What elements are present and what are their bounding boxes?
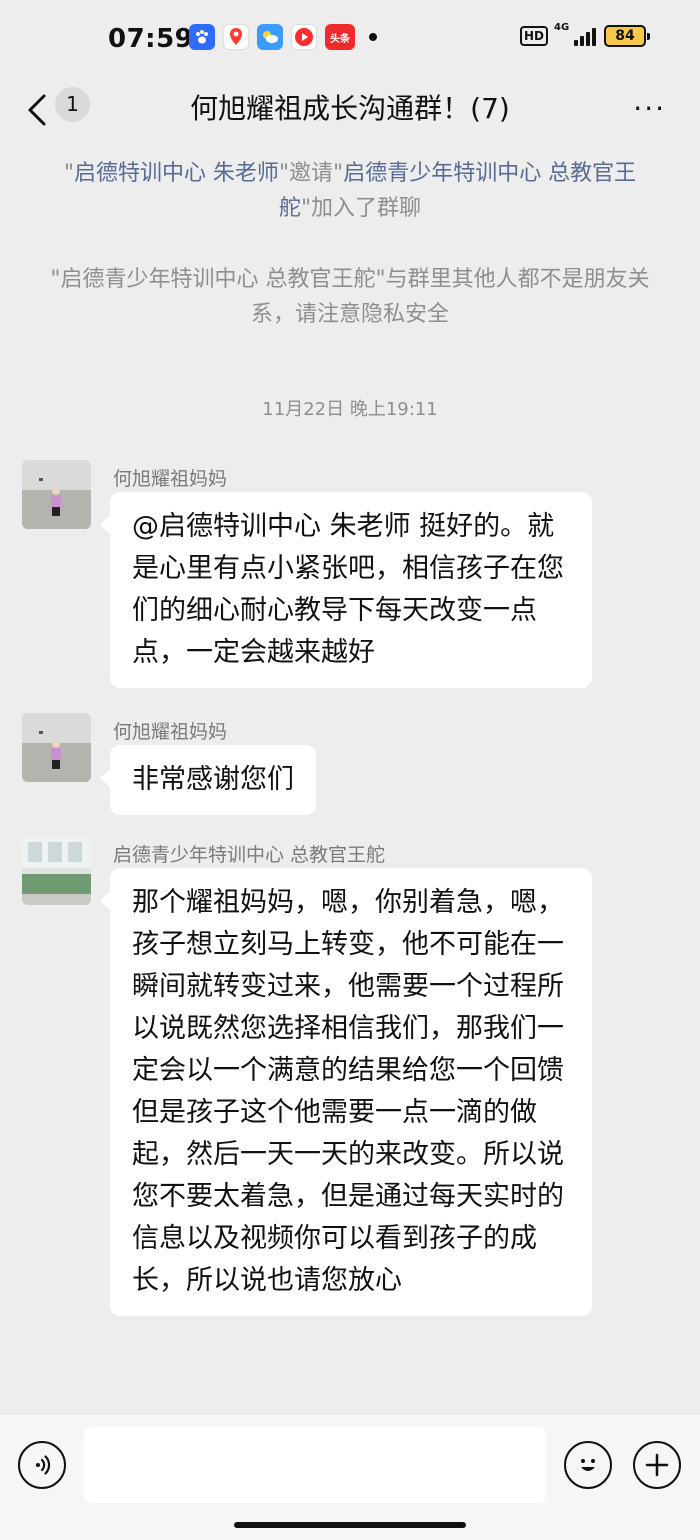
system-message-privacy: "启德青少年特训中心 总教官王舵"与群里其他人都不是朋友关系，请注意隐私安全 [50, 267, 650, 327]
sender-name: 启德青少年特训中心 总教官王舵 [113, 844, 386, 866]
video-icon [291, 24, 317, 50]
map-pin-icon [223, 24, 249, 50]
home-indicator[interactable] [234, 1522, 466, 1528]
signal-icon: 4G [554, 22, 596, 46]
status-bar: 07:59 头条 HD 4G 84 [0, 0, 700, 78]
message-bubble[interactable]: 那个耀祖妈妈，嗯，你别着急，嗯，孩子想立刻马上转变，他不可能在一瞬间就转变过来，… [100, 868, 592, 1316]
inviter-link[interactable]: 启德特训中心 朱老师 [74, 161, 279, 186]
emoji-button[interactable] [564, 1441, 612, 1489]
more-functions-button[interactable] [633, 1441, 681, 1489]
voice-icon [36, 1455, 51, 1475]
more-options-button[interactable]: ··· [633, 92, 666, 125]
chat-header: 1 何旭耀祖成长沟通群！(7) ··· [0, 78, 700, 144]
notification-icons: 头条 [189, 24, 377, 50]
more-notifications-dot [369, 33, 377, 41]
avatar[interactable] [22, 836, 91, 905]
message-bubble[interactable]: @启德特训中心 朱老师 挺好的。就是心里有点小紧张吧，相信孩子在您们的细心耐心教… [100, 492, 592, 688]
status-indicators: HD 4G 84 [519, 22, 650, 47]
system-message-invite: "启德特训中心 朱老师"邀请"启德青少年特训中心 总教官王舵"加入了群聊 [63, 161, 637, 221]
baidu-icon [189, 24, 215, 50]
sender-name: 何旭耀祖妈妈 [113, 468, 228, 490]
plus-icon [645, 1453, 669, 1477]
weather-icon [257, 24, 283, 50]
sender-name: 何旭耀祖妈妈 [113, 721, 228, 743]
chat-input-bar [0, 1413, 700, 1540]
voice-input-button[interactable] [18, 1441, 66, 1489]
toutiao-icon: 头条 [325, 24, 355, 50]
status-time: 07:59 [108, 24, 194, 54]
chat-title: 何旭耀祖成长沟通群！(7) [190, 92, 510, 125]
avatar[interactable] [22, 713, 91, 782]
battery-icon: 84 [604, 25, 650, 47]
smiley-icon [581, 1459, 595, 1471]
message-timestamp: 11月22日 晚上19:11 [262, 399, 438, 420]
avatar[interactable] [22, 460, 91, 529]
hd-icon: HD [519, 26, 548, 46]
message-bubble[interactable]: 非常感谢您们 [100, 745, 316, 815]
message-input[interactable] [84, 1427, 546, 1503]
